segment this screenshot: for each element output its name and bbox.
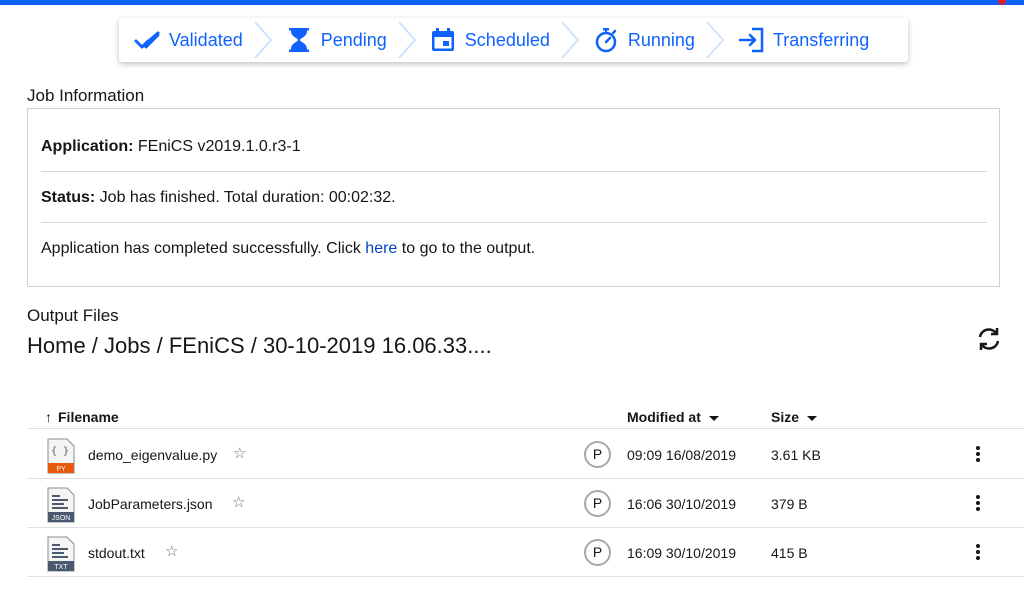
svg-text:{ }: { }	[51, 446, 69, 457]
text-file-icon: TXT	[47, 536, 75, 572]
stopwatch-icon	[592, 26, 620, 54]
svg-text:PY: PY	[56, 466, 66, 473]
permission-badge: P	[584, 539, 611, 566]
overflow-menu-icon[interactable]	[974, 444, 982, 466]
chevron-right-icon	[253, 18, 275, 62]
chevron-right-icon	[705, 18, 727, 62]
modified-at: 16:09 30/10/2019	[627, 545, 736, 561]
table-row[interactable]: TXT stdout.txt ☆ P 16:09 30/10/2019 415 …	[27, 528, 1024, 577]
step-validated: Validated	[133, 18, 243, 62]
status-label: Status:	[41, 189, 96, 206]
chevron-right-icon	[397, 18, 419, 62]
checkmark-icon	[133, 26, 161, 54]
modified-at: 09:09 16/08/2019	[627, 447, 736, 463]
filename-column-header[interactable]: ↑ Filename	[45, 409, 119, 425]
file-name[interactable]: JobParameters.json	[88, 496, 213, 512]
star-icon[interactable]: ☆	[165, 542, 178, 560]
step-label: Pending	[320, 29, 387, 50]
star-icon[interactable]: ☆	[232, 493, 245, 511]
size-column-header[interactable]: Size	[771, 409, 818, 425]
step-scheduled: Scheduled	[429, 18, 550, 62]
status-row: Status: Job has finished. Total duration…	[41, 189, 987, 207]
caret-down-icon	[708, 415, 719, 421]
json-file-icon: JSON	[47, 487, 75, 523]
file-name[interactable]: demo_eigenvalue.py	[88, 447, 217, 463]
message-text: Application has completed successfully. …	[41, 240, 366, 257]
transfer-icon	[737, 26, 765, 54]
refresh-icon[interactable]	[976, 326, 1002, 352]
step-label: Transferring	[772, 29, 870, 50]
overflow-menu-icon[interactable]	[974, 493, 982, 515]
table-row[interactable]: JSON JobParameters.json ☆ P 16:06 30/10/…	[27, 479, 1024, 528]
file-table-header: ↑ Filename Modified at Size	[27, 405, 1024, 429]
application-label: Application:	[41, 138, 134, 155]
output-files-title: Output Files	[27, 306, 119, 325]
divider	[41, 222, 987, 223]
file-size: 415 B	[771, 545, 808, 561]
breadcrumb[interactable]: Home / Jobs / FEniCS / 30-10-2019 16.06.…	[27, 333, 492, 359]
message-text: to go to the output.	[397, 240, 536, 257]
calendar-icon	[429, 26, 457, 54]
step-label: Scheduled	[464, 29, 550, 50]
sort-arrow-up-icon: ↑	[45, 409, 52, 425]
completion-message: Application has completed successfully. …	[41, 240, 987, 258]
permission-badge: P	[584, 441, 611, 468]
star-icon[interactable]: ☆	[233, 444, 246, 462]
step-label: Validated	[169, 29, 243, 50]
permission-badge: P	[584, 490, 611, 517]
job-information-panel: Application: FEniCS v2019.1.0.r3-1 Statu…	[27, 108, 1000, 287]
application-value: FEniCS v2019.1.0.r3-1	[133, 138, 301, 155]
svg-text:TXT: TXT	[54, 564, 68, 571]
chevron-right-icon	[560, 18, 582, 62]
column-label: Size	[771, 409, 800, 425]
modified-at: 16:06 30/10/2019	[627, 496, 736, 512]
modified-column-header[interactable]: Modified at	[627, 409, 719, 425]
step-transferring: Transferring	[737, 18, 869, 62]
column-label: Modified at	[627, 409, 701, 425]
application-row: Application: FEniCS v2019.1.0.r3-1	[41, 138, 987, 156]
status-value: Job has finished. Total duration: 00:02:…	[95, 189, 396, 206]
overflow-menu-icon[interactable]	[974, 542, 982, 564]
caret-down-icon	[807, 415, 818, 421]
hourglass-icon	[285, 26, 313, 54]
job-information-title: Job Information	[27, 86, 145, 105]
file-size: 3.61 KB	[771, 447, 821, 463]
job-progress-stepper: Validated Pending Scheduled Running Tran…	[119, 18, 908, 62]
column-label: Filename	[58, 409, 119, 425]
output-link[interactable]: here	[365, 240, 397, 257]
notification-dot	[998, 0, 1006, 5]
svg-text:JSON: JSON	[52, 515, 71, 522]
table-row[interactable]: { } PY demo_eigenvalue.py ☆ P 09:09 16/0…	[27, 430, 1024, 479]
divider	[41, 171, 987, 172]
file-name[interactable]: stdout.txt	[88, 545, 145, 561]
step-pending: Pending	[285, 18, 387, 62]
file-size: 379 B	[771, 496, 808, 512]
step-running: Running	[592, 18, 695, 62]
step-label: Running	[627, 29, 695, 50]
top-accent-bar	[0, 0, 1024, 5]
python-file-icon: { } PY	[47, 438, 75, 474]
